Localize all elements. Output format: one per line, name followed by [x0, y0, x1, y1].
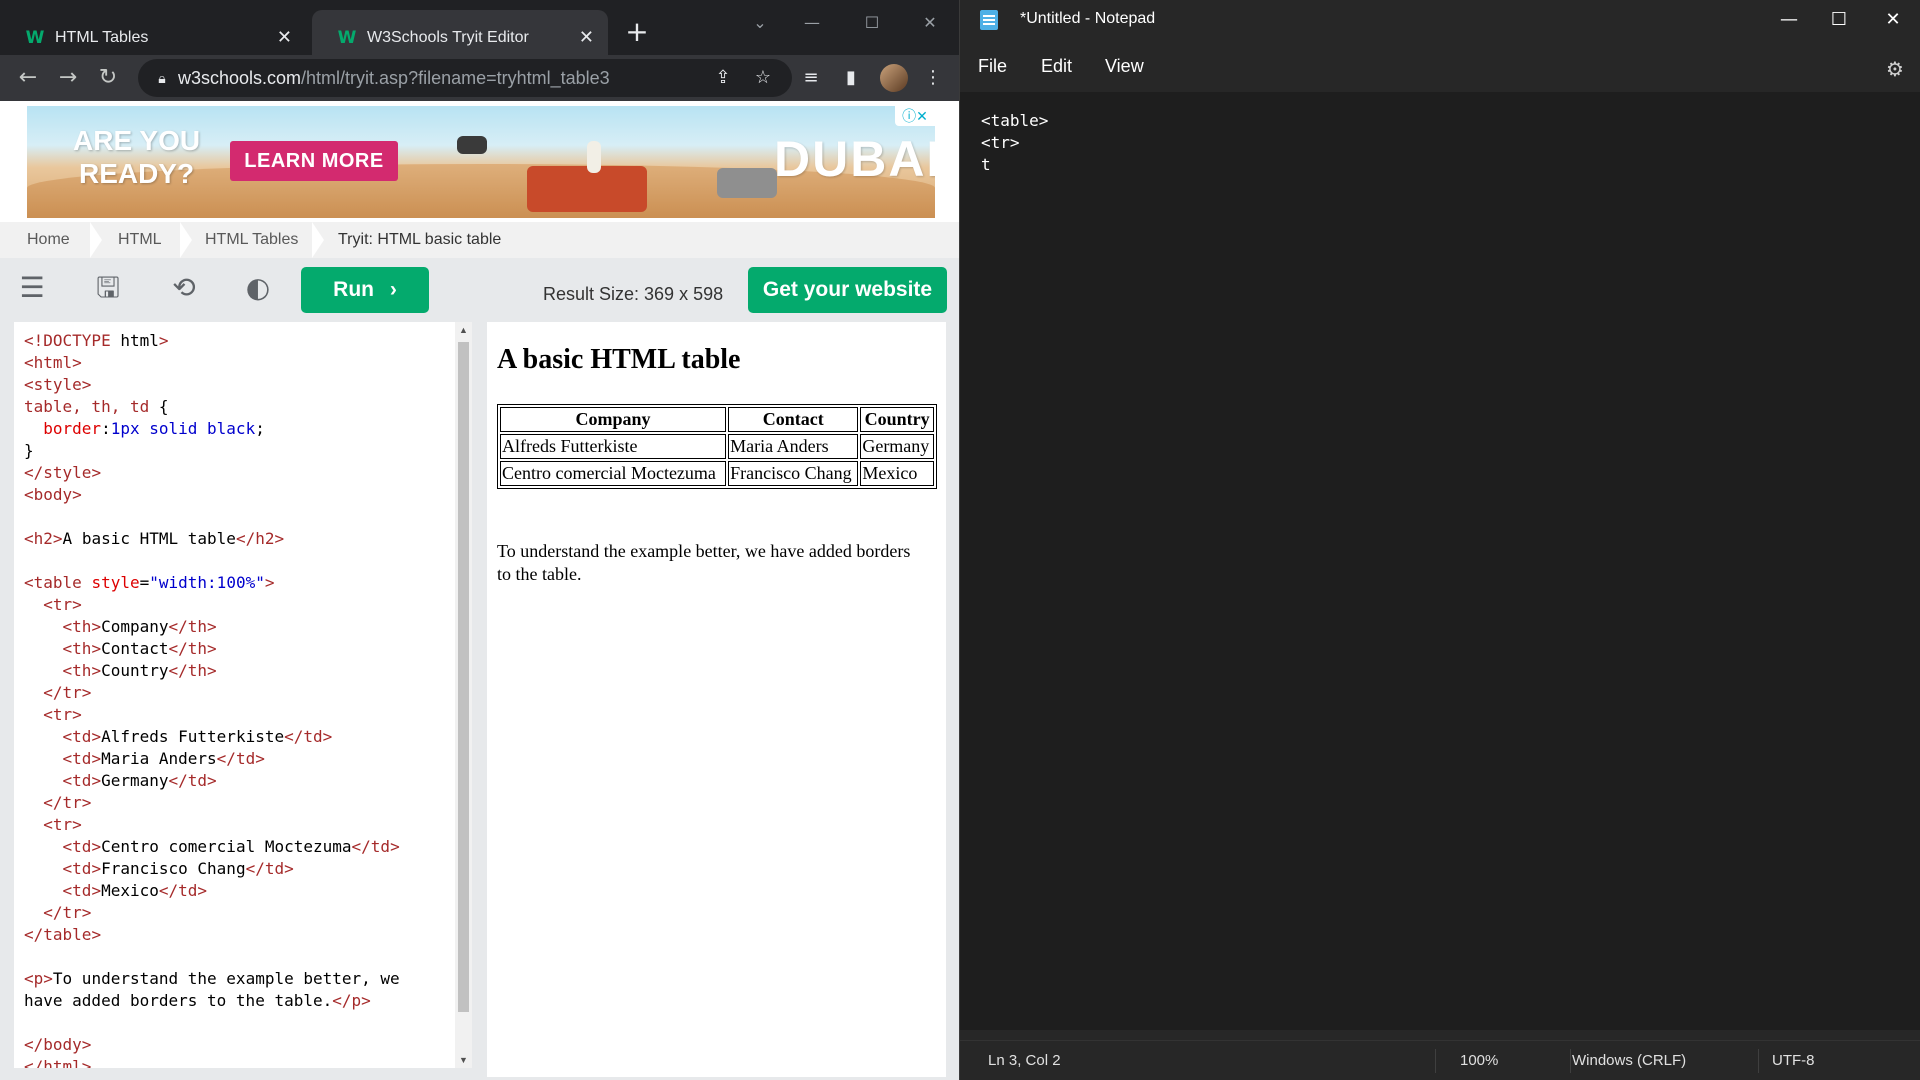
- more-menu-icon[interactable]: ⋮: [918, 63, 948, 93]
- table-cell: Centro comercial Moctezuma: [500, 461, 727, 486]
- breadcrumb-home[interactable]: Home: [27, 222, 70, 258]
- run-button-label: Run: [333, 278, 374, 301]
- url-path: /html/tryit.asp?filename=tryhtml_table3: [301, 68, 610, 88]
- menu-edit[interactable]: Edit: [1041, 56, 1072, 77]
- close-window-icon[interactable]: ✕: [1870, 6, 1916, 34]
- quad-bike-graphic: [457, 136, 487, 154]
- tab-search-chevron-icon[interactable]: ⌄: [740, 8, 780, 38]
- breadcrumb: Home HTML HTML Tables Tryit: HTML basic …: [0, 222, 959, 258]
- back-arrow-icon[interactable]: ←: [12, 62, 44, 94]
- close-window-icon[interactable]: ✕: [910, 8, 950, 38]
- table-row: Centro comercial Moctezuma Francisco Cha…: [500, 461, 934, 486]
- zoom-level: 100%: [1460, 1052, 1499, 1069]
- table-cell: Germany: [860, 434, 934, 459]
- breadcrumb-html-tables[interactable]: HTML Tables: [205, 222, 298, 258]
- notepad-status-bar: Ln 3, Col 2 100% Windows (CRLF) UTF-8: [960, 1040, 1920, 1080]
- menu-hamburger-icon[interactable]: ☰: [14, 270, 50, 306]
- w3schools-favicon-icon: W: [25, 27, 45, 48]
- browser-window: W HTML Tables ✕ W W3Schools Tryit Editor…: [0, 0, 959, 1080]
- tryit-toolbar: ☰ 🖫︎ ⟲ ◐ Run › Result Size: 369 x 598 Ge…: [0, 258, 959, 320]
- breadcrumb-html[interactable]: HTML: [118, 222, 162, 258]
- browser-toolbar: ← → ↻ 🔒︎ w3schools.com/html/tryit.asp?fi…: [0, 55, 959, 101]
- code-text[interactable]: <!DOCTYPE html> <html> <style> table, th…: [24, 330, 400, 1068]
- learn-more-button[interactable]: LEARN MORE: [230, 141, 398, 181]
- scroll-down-arrow-icon[interactable]: ▼: [455, 1052, 472, 1068]
- notepad-window: *Untitled - Notepad — ☐ ✕ File Edit View…: [959, 0, 1920, 1080]
- save-floppy-icon[interactable]: 🖫︎: [90, 270, 126, 306]
- advertisement-banner[interactable]: ARE YOU READY? LEARN MORE DUBAI ⓘ✕: [27, 106, 935, 218]
- quad-bike-graphic: [717, 168, 777, 198]
- profile-avatar[interactable]: [880, 64, 908, 92]
- line-ending: Windows (CRLF): [1572, 1052, 1687, 1069]
- status-divider: [1435, 1049, 1436, 1073]
- maximize-icon[interactable]: ☐: [1816, 6, 1862, 34]
- status-divider: [1570, 1049, 1571, 1073]
- notepad-menubar: File Edit View: [960, 48, 1920, 88]
- notepad-text[interactable]: <table> <tr> t: [981, 110, 1048, 176]
- new-tab-plus-icon[interactable]: +: [622, 14, 652, 50]
- close-tab-icon[interactable]: ✕: [579, 27, 594, 48]
- maximize-icon[interactable]: ☐: [852, 8, 892, 38]
- result-table: Company Contact Country Alfreds Futterki…: [497, 404, 937, 489]
- reload-icon[interactable]: ↻: [92, 62, 124, 94]
- menu-view[interactable]: View: [1105, 56, 1144, 77]
- chevron-right-icon: ›: [389, 278, 397, 301]
- encoding: UTF-8: [1772, 1052, 1815, 1069]
- minimize-icon[interactable]: —: [1766, 6, 1812, 34]
- dubai-logo: DUBAI: [774, 131, 935, 187]
- result-heading: A basic HTML table: [497, 344, 741, 375]
- minimize-icon[interactable]: —: [792, 8, 832, 38]
- editor-scrollbar[interactable]: ▲ ▼: [455, 322, 472, 1068]
- table-cell: Alfreds Futterkiste: [500, 434, 727, 459]
- notepad-text-area[interactable]: <table> <tr> t: [960, 92, 1920, 1030]
- tab-title: HTML Tables: [55, 28, 149, 46]
- scrollbar-thumb[interactable]: [458, 342, 469, 1012]
- quad-bike-graphic: [527, 166, 647, 212]
- notepad-app-icon: [980, 10, 998, 30]
- settings-gear-icon[interactable]: ⚙: [1880, 54, 1910, 84]
- scroll-up-arrow-icon[interactable]: ▲: [455, 322, 472, 338]
- reading-list-icon[interactable]: ≡: [796, 63, 826, 93]
- notepad-title: *Untitled - Notepad: [1020, 10, 1156, 27]
- w3schools-favicon-icon: W: [337, 27, 357, 48]
- dark-mode-contrast-icon[interactable]: ◐: [240, 270, 276, 306]
- menu-file[interactable]: File: [978, 56, 1007, 77]
- breadcrumb-current: Tryit: HTML basic table: [338, 231, 502, 248]
- result-frame: A basic HTML table Company Contact Count…: [487, 322, 946, 1077]
- address-bar[interactable]: 🔒︎ w3schools.com/html/tryit.asp?filename…: [138, 59, 792, 97]
- breadcrumb-separator: [312, 222, 324, 258]
- table-header-company: Company: [500, 407, 727, 432]
- breadcrumb-separator: [90, 222, 102, 258]
- table-header-row: Company Contact Country: [500, 407, 934, 432]
- tab-title: W3Schools Tryit Editor: [367, 28, 529, 46]
- result-paragraph: To understand the example better, we hav…: [497, 541, 911, 584]
- ad-headline: ARE YOU READY?: [73, 124, 200, 190]
- run-button[interactable]: Run ›: [301, 267, 429, 313]
- code-editor[interactable]: <!DOCTYPE html> <html> <style> table, th…: [14, 322, 471, 1068]
- get-your-website-button[interactable]: Get your website: [748, 267, 947, 313]
- url-host: w3schools.com: [178, 68, 302, 88]
- table-cell: Maria Anders: [728, 434, 859, 459]
- result-size-label: Result Size: 369 x 598: [543, 284, 724, 304]
- forward-arrow-icon[interactable]: →: [52, 62, 84, 94]
- close-tab-icon[interactable]: ✕: [277, 27, 292, 48]
- rotate-layout-icon[interactable]: ⟲: [166, 270, 202, 306]
- table-row: Alfreds Futterkiste Maria Anders Germany: [500, 434, 934, 459]
- ad-choices-close-icon[interactable]: ⓘ✕: [895, 106, 935, 126]
- table-cell: Francisco Chang: [728, 461, 859, 486]
- ad-headline-line1: ARE YOU: [73, 125, 201, 156]
- table-header-contact: Contact: [728, 407, 859, 432]
- table-cell: Mexico: [860, 461, 934, 486]
- rider-graphic: [587, 141, 601, 173]
- breadcrumb-separator: [180, 222, 192, 258]
- bookmark-star-icon[interactable]: ☆: [748, 63, 778, 93]
- status-divider: [1758, 1049, 1759, 1073]
- url-text[interactable]: w3schools.com/html/tryit.asp?filename=tr…: [178, 68, 610, 89]
- lock-icon[interactable]: 🔒︎: [152, 68, 172, 88]
- ad-headline-line2: READY?: [78, 158, 195, 189]
- table-header-country: Country: [860, 407, 934, 432]
- cursor-position: Ln 3, Col 2: [988, 1052, 1061, 1069]
- side-panel-icon[interactable]: ▮: [836, 63, 866, 93]
- share-icon[interactable]: ⇪: [708, 63, 738, 93]
